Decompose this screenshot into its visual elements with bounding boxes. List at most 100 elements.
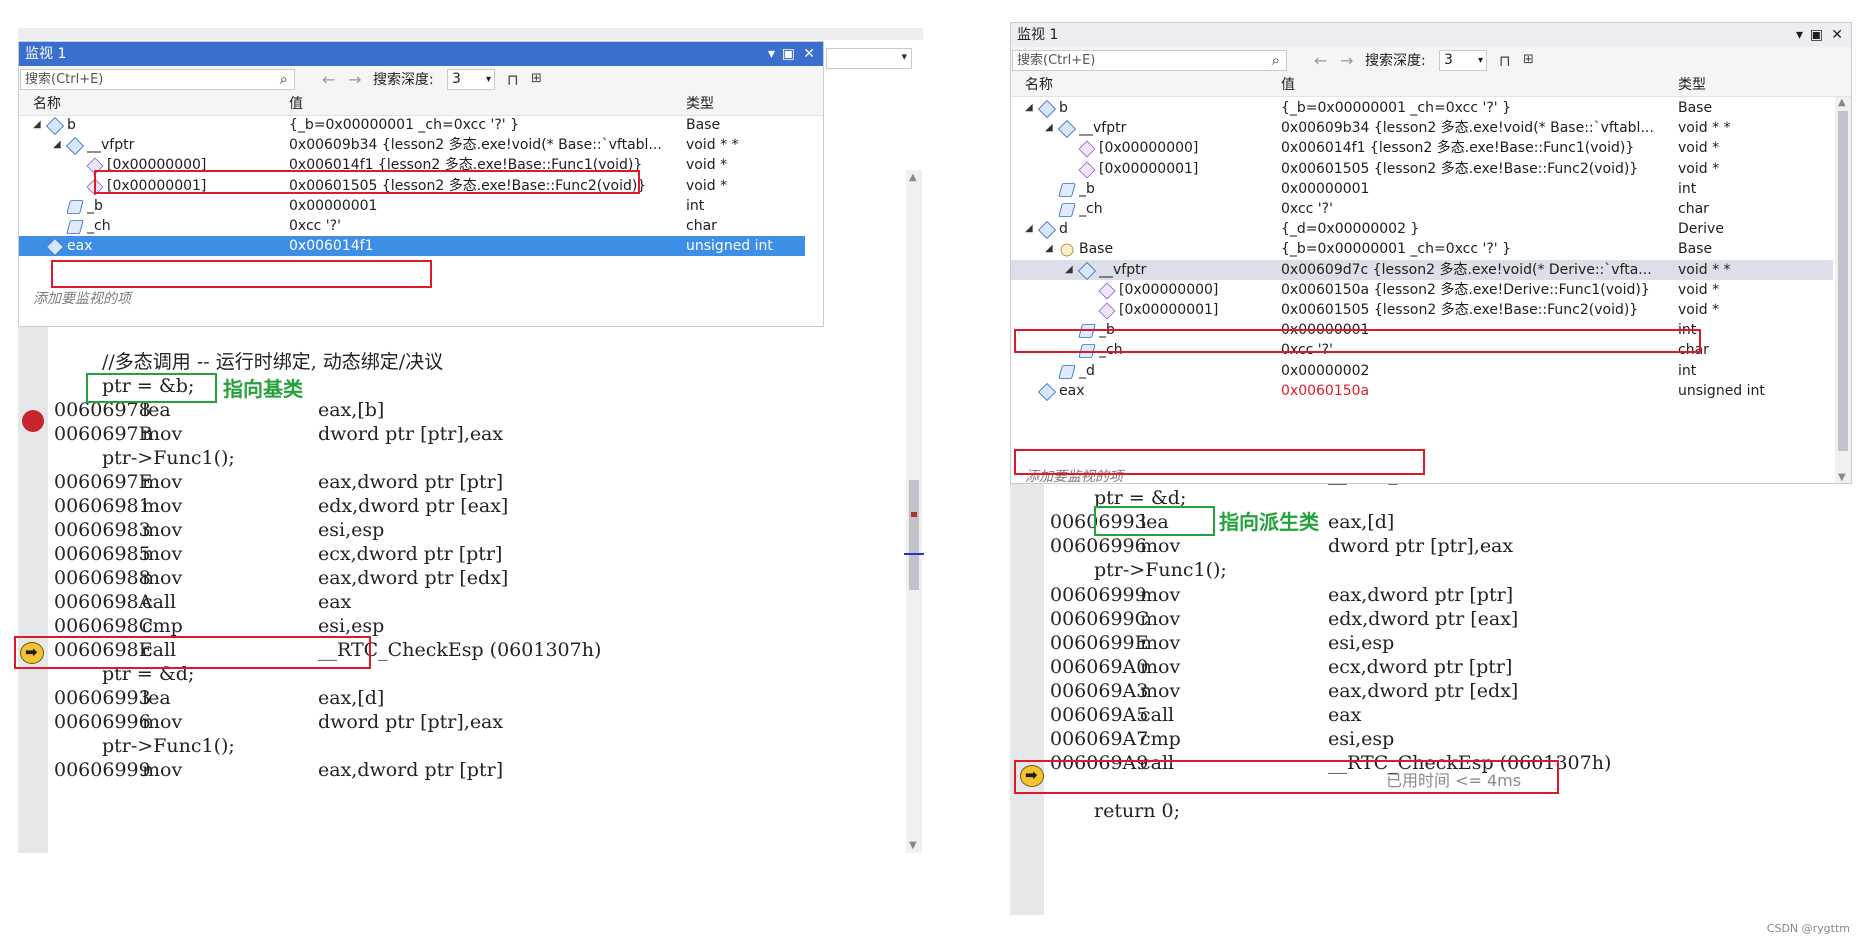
expand-chevron-icon[interactable]: ◢ [53, 135, 61, 155]
search-icon[interactable]: ⌕ [1272, 51, 1280, 70]
watch-value[interactable]: 0x00609b34 {lesson2 多态.exe!void(* Base::… [1281, 118, 1672, 138]
left-code-scrollbar[interactable]: ▲ ▼ [904, 170, 924, 853]
col-type[interactable]: 类型 [686, 94, 714, 115]
watch-row[interactable]: _b 0x00000001 int [1011, 179, 1833, 199]
expand-chevron-icon[interactable]: ◢ [1025, 98, 1033, 118]
watch-value[interactable]: 0x00601505 {lesson2 多态.exe!Base::Func2(v… [1281, 159, 1672, 179]
asm-mnemonic: call [142, 591, 177, 613]
watch-row[interactable]: _ch 0xcc '?' char [1011, 199, 1833, 219]
watch-value[interactable]: 0x00609b34 {lesson2 多态.exe!void(* Base::… [289, 135, 680, 155]
watch-value[interactable]: 0x00000001 [1281, 179, 1672, 199]
asm-address: 00606988 [54, 567, 151, 589]
watch-row[interactable]: [0x00000000] 0x0060150a {lesson2 多态.exe!D… [1011, 280, 1833, 300]
depth-value: 3 [1444, 52, 1453, 68]
maximize-icon[interactable]: ▣ [1810, 23, 1823, 47]
left-watch-titlebar[interactable]: 监视 1 ▾ ▣ ✕ [19, 42, 823, 66]
source-line[interactable]: //多态调用 -- 运行时绑定, 动态绑定/决议 [102, 350, 443, 374]
forward-arrow-icon[interactable]: → [1340, 47, 1353, 75]
breakpoint-icon[interactable] [22, 410, 44, 432]
close-icon[interactable]: ✕ [1831, 23, 1843, 47]
expand-chevron-icon[interactable]: ◢ [1065, 260, 1073, 280]
left-note-base: 指向基类 [223, 377, 303, 401]
close-icon[interactable]: ✕ [803, 42, 815, 66]
watch-value[interactable]: 0x00609d7c {lesson2 多态.exe!void(* Derive… [1281, 260, 1672, 280]
expand-chevron-icon[interactable]: ◢ [1045, 118, 1053, 138]
maximize-icon[interactable]: ▣ [782, 42, 795, 66]
watch-value[interactable]: {_b=0x00000001 _ch=0xcc '?' } [289, 115, 680, 135]
col-name[interactable]: 名称 [33, 94, 61, 115]
watch-value[interactable]: 0xcc '?' [1281, 199, 1672, 219]
source-line[interactable]: ptr->Func1(); [102, 446, 235, 470]
source-line[interactable]: ptr->Func1(); [102, 734, 235, 758]
watch-value[interactable]: 0x00000002 [1281, 361, 1672, 381]
chevron-down-icon: ▾ [901, 50, 907, 63]
col-value[interactable]: 值 [1281, 75, 1295, 96]
watch-name: _b [1079, 180, 1095, 197]
scroll-down-icon[interactable]: ▼ [909, 840, 917, 851]
asm-mnemonic: cmp [1140, 728, 1181, 751]
hex-view-icon[interactable]: ⊞ [531, 71, 542, 86]
watch-value[interactable]: 0xcc '?' [289, 216, 680, 236]
watch-value[interactable]: 0x00601505 {lesson2 多态.exe!Base::Func2(v… [1281, 300, 1672, 320]
expand-chevron-icon[interactable]: ◢ [1025, 219, 1033, 239]
scroll-down-icon[interactable]: ▼ [1838, 472, 1846, 483]
watch-value[interactable]: 0x0060150a {lesson2 多态.exe!Derive::Func1… [1281, 280, 1672, 300]
asm-mnemonic: mov [142, 711, 183, 733]
right-watch-scrollbar[interactable]: ▲ ▼ [1835, 97, 1851, 483]
expand-chevron-icon[interactable]: ◢ [33, 115, 41, 135]
left-scroll-thumb[interactable] [909, 480, 919, 590]
watch-row[interactable]: ◢ b {_b=0x00000001 _ch=0xcc '?' } Base [19, 115, 805, 136]
source-line[interactable]: ptr->Func1(); [1094, 558, 1227, 582]
watch-type: void * [686, 177, 728, 194]
watch-row[interactable]: [0x00000001] 0x00601505 {lesson2 多态.exe!B… [1011, 300, 1833, 320]
add-watch-item[interactable]: 添加要监视的项 [33, 288, 131, 308]
right-watch-titlebar[interactable]: 监视 1 ▾ ▣ ✕ [1011, 23, 1851, 47]
watch-row[interactable]: eax 0x0060150a unsigned int [1011, 381, 1833, 401]
search-icon[interactable]: ⌕ [280, 70, 288, 89]
watch-row[interactable]: _b 0x00000001 int [19, 196, 805, 216]
scroll-up-icon[interactable]: ▲ [1838, 97, 1846, 108]
watch-row[interactable]: _ch 0xcc '?' char [19, 216, 805, 236]
watch-value[interactable]: 0x006014f1 {lesson2 多态.exe!Base::Func1(v… [1281, 138, 1672, 158]
back-arrow-icon[interactable]: ← [322, 66, 335, 94]
depth-select[interactable]: 3 ▾ [1439, 50, 1487, 71]
left-watch-search[interactable]: 搜索(Ctrl+E) ⌕ [20, 69, 295, 90]
watch-value[interactable]: {_d=0x00000002 } [1281, 219, 1672, 239]
watch-value[interactable]: 0x00000001 [289, 196, 680, 216]
dropdown-icon[interactable]: ▾ [768, 42, 775, 66]
watch-value[interactable]: 0x0060150a [1281, 381, 1672, 401]
watch-row[interactable]: ◢ d {_d=0x00000002 } Derive [1011, 219, 1833, 240]
right-scroll-thumb[interactable] [1838, 111, 1848, 451]
scroll-up-icon[interactable]: ▲ [909, 172, 917, 183]
watch-row[interactable]: [0x00000000] 0x006014f1 {lesson2 多态.exe!B… [1011, 138, 1833, 158]
expand-chevron-icon[interactable]: ◢ [1045, 239, 1053, 259]
source-line[interactable]: return 0; [1094, 799, 1180, 823]
watch-row[interactable]: _d 0x00000002 int [1011, 361, 1833, 381]
watch-row[interactable]: ◢ __vfptr 0x00609b34 {lesson2 多态.exe!void(… [19, 135, 805, 156]
pin-icon[interactable]: ⊓ [1499, 52, 1511, 70]
dropdown-icon[interactable]: ▾ [1796, 23, 1803, 47]
right-watch-search[interactable]: 搜索(Ctrl+E) ⌕ [1012, 50, 1287, 71]
forward-arrow-icon[interactable]: → [348, 66, 361, 94]
watch-type: void * * [1678, 120, 1731, 137]
col-value[interactable]: 值 [289, 94, 303, 115]
watch-value[interactable]: {_b=0x00000001 _ch=0xcc '?' } [1281, 98, 1672, 118]
watch-value[interactable]: {_b=0x00000001 _ch=0xcc '?' } [1281, 239, 1672, 259]
asm-mnemonic: mov [1140, 607, 1181, 630]
watch-row[interactable]: ◢ Base {_b=0x00000001 _ch=0xcc '?' } Base [1011, 239, 1833, 259]
col-type[interactable]: 类型 [1678, 75, 1706, 96]
pin-icon[interactable]: ⊓ [507, 71, 519, 89]
watch-row[interactable]: ◢ __vfptr 0x00609d7c {lesson2 多态.exe!void(… [1011, 259, 1833, 280]
watch-row[interactable]: [0x00000001] 0x00601505 {lesson2 多态.exe!B… [1011, 159, 1833, 179]
watch-row[interactable]: ◢ __vfptr 0x00609b34 {lesson2 多态.exe!void(… [1011, 118, 1833, 139]
watch-value[interactable]: 0x006014f1 [289, 236, 680, 256]
watch-row[interactable]: ◢ b {_b=0x00000001 _ch=0xcc '?' } Base [1011, 98, 1833, 119]
depth-select[interactable]: 3 ▾ [447, 69, 495, 90]
asm-operands: ecx,dword ptr [ptr] [318, 543, 503, 565]
right-eax-row-highlight [1014, 449, 1425, 475]
col-name[interactable]: 名称 [1025, 75, 1053, 96]
hex-view-icon[interactable]: ⊞ [1523, 52, 1534, 67]
left-host-combo[interactable]: ▾ [826, 48, 912, 69]
back-arrow-icon[interactable]: ← [1314, 47, 1327, 75]
watch-row[interactable]: eax 0x006014f1 unsigned int [19, 236, 805, 257]
